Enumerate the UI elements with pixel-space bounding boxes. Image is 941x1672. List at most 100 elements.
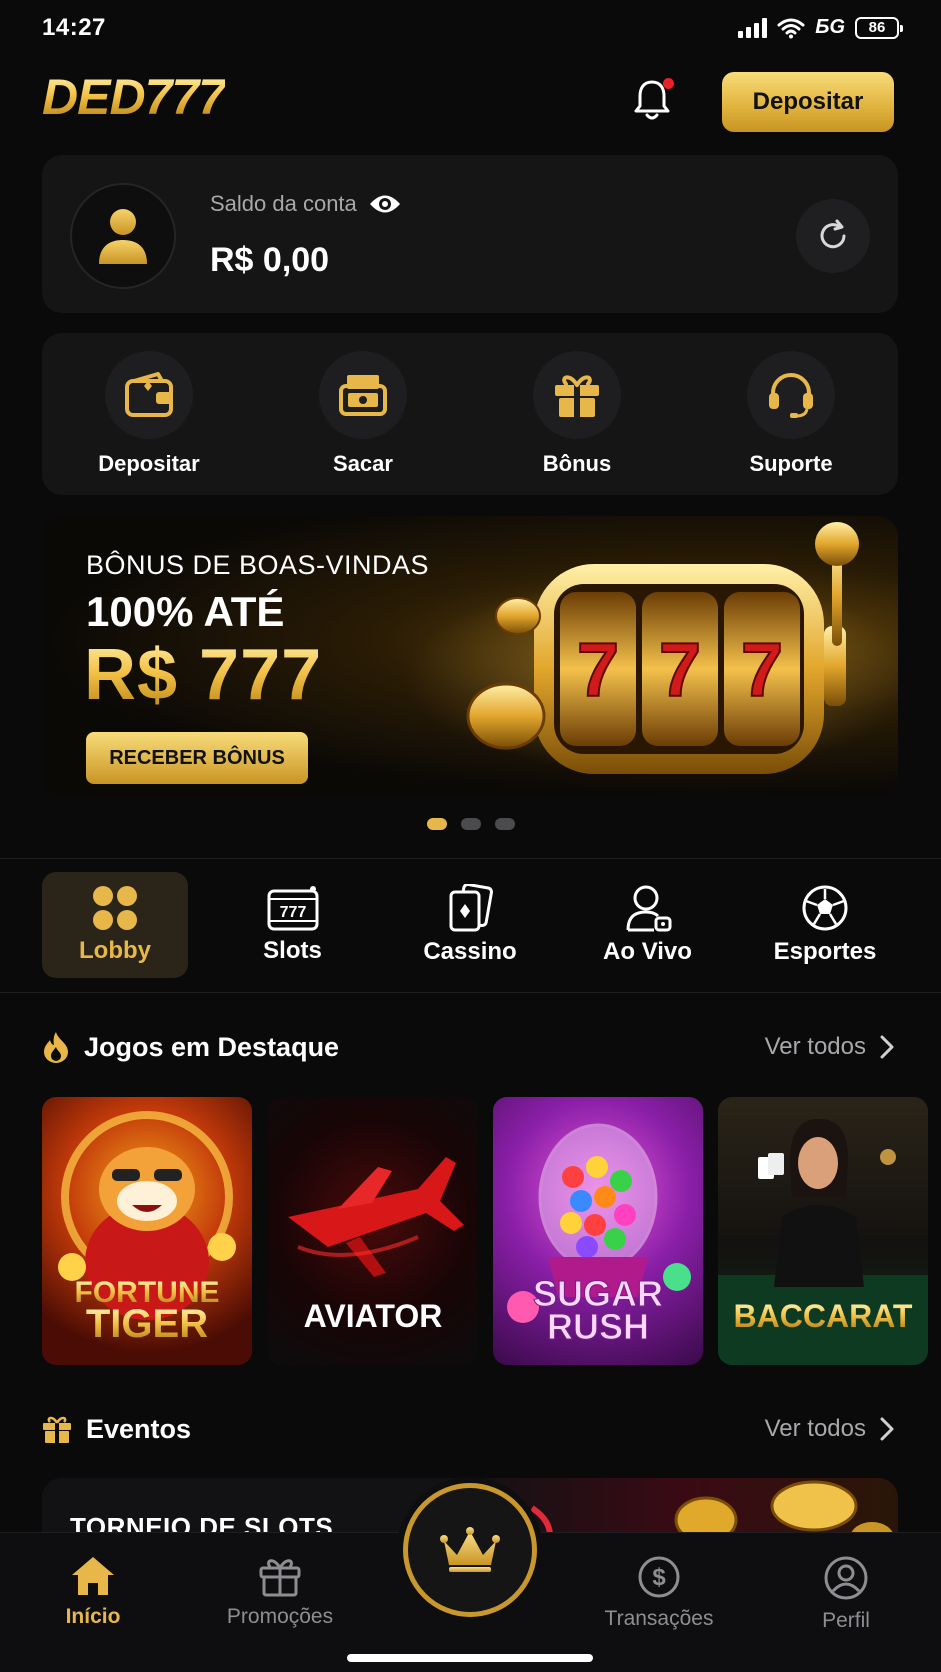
network-type: БG — [815, 16, 845, 38]
banner-subtitle: BÔNUS DE BOAS-VINDAS — [86, 550, 430, 580]
signal-icon — [738, 17, 768, 38]
grid-icon — [93, 886, 137, 930]
headset-icon — [769, 373, 813, 418]
game-title: AVIATOR — [268, 1297, 478, 1334]
carousel-dot[interactable] — [494, 818, 515, 830]
tab-label: Cassino — [423, 938, 517, 965]
quick-actions: Depositar Sacar Bônus Suporte — [42, 333, 898, 495]
profile-icon — [824, 1556, 868, 1600]
events-title: Eventos — [86, 1413, 192, 1444]
svg-text:7: 7 — [741, 628, 783, 713]
tab-label: Esportes — [773, 938, 877, 965]
center-crown-button[interactable] — [403, 1483, 537, 1617]
featured-header: Jogos em Destaque Ver todos — [42, 1027, 898, 1067]
events-see-all[interactable]: Ver todos — [765, 1415, 894, 1443]
nav-promotions[interactable]: Promoções — [205, 1555, 355, 1629]
divider — [0, 992, 941, 993]
banner-amount: R$ 777 — [84, 635, 323, 715]
featured-title: Jogos em Destaque — [84, 1031, 340, 1062]
chevron-right-icon — [880, 1417, 894, 1441]
live-dealer-icon — [626, 885, 671, 932]
game-title-line1: BACCARAT — [718, 1299, 928, 1331]
slot-machine-illustration: 7 7 7 — [466, 522, 859, 774]
action-support[interactable]: Suporte — [684, 333, 898, 495]
refresh-button[interactable] — [796, 199, 870, 273]
chevron-right-icon — [880, 1035, 894, 1059]
game-title-line1: SUGAR — [532, 1272, 663, 1314]
wifi-icon — [777, 18, 805, 38]
banner-line1: 100% ATÉ — [86, 588, 285, 635]
app-header: DED777 Depositar — [42, 64, 894, 134]
svg-text:7: 7 — [659, 628, 701, 713]
promo-banner[interactable]: 7 7 7 BÔNUS DE BOAS-VINDAS 100% ATÉ R$ 7… — [42, 516, 898, 796]
tab-lobby[interactable]: Lobby — [42, 872, 188, 978]
avatar[interactable] — [70, 183, 176, 289]
nav-label: Transações — [604, 1607, 714, 1630]
notification-bell-icon[interactable] — [632, 78, 676, 122]
divider — [0, 858, 941, 859]
cash-withdraw-icon — [339, 375, 387, 416]
crown-icon — [440, 1527, 500, 1572]
nav-home[interactable]: Início — [18, 1555, 168, 1629]
carousel-dot[interactable] — [460, 818, 481, 830]
carousel-dots — [0, 818, 941, 830]
game-card-baccarat[interactable]: BACCARAT — [718, 1097, 928, 1365]
card-icon — [449, 884, 493, 932]
featured-see-all[interactable]: Ver todos — [765, 1033, 894, 1061]
game-card-sugar-rush[interactable]: SUGAR RUSH — [493, 1097, 703, 1365]
game-title: SUGAR RUSH — [493, 1272, 703, 1347]
status-bar: 14:27 БG 86 — [0, 0, 941, 56]
nav-label: Início — [65, 1605, 121, 1628]
balance-value: R$ 0,00 — [210, 241, 330, 279]
wallet-icon — [125, 372, 173, 417]
bottom-navigation: Início Promoções $ Transações Perfil — [0, 1483, 941, 1672]
tab-label: Slots — [263, 937, 322, 964]
gift-icon — [259, 1559, 301, 1597]
see-all-label: Ver todos — [764, 1033, 866, 1060]
game-title: FORTUNE TIGER — [42, 1277, 252, 1344]
slot-777-icon: 777 — [267, 886, 318, 931]
tab-sports[interactable]: Esportes — [752, 872, 898, 978]
user-icon — [99, 209, 147, 264]
tab-slots[interactable]: 777 Slots — [220, 872, 366, 978]
logo[interactable]: DED777 — [42, 72, 226, 122]
refresh-icon — [820, 219, 846, 249]
action-deposit[interactable]: Depositar — [42, 333, 256, 495]
status-icons: БG 86 — [738, 16, 903, 39]
balance-label: Saldo da conta — [210, 191, 357, 216]
dollar-coin-icon: $ — [638, 1556, 680, 1598]
home-icon — [72, 1557, 114, 1595]
carousel-dot[interactable] — [426, 818, 447, 830]
tab-label: Ao Vivo — [603, 938, 692, 965]
featured-games-carousel: FORTUNE TIGER AVIATOR SUGAR RUSH BACCARA… — [42, 1097, 941, 1365]
nav-profile[interactable]: Perfil — [771, 1555, 921, 1633]
category-tabs: Lobby 777 Slots Cassino Ao Vivo Esportes — [42, 872, 898, 978]
eye-icon[interactable] — [369, 193, 401, 215]
nav-label: Promoções — [226, 1605, 334, 1628]
battery-icon: 86 — [855, 16, 903, 39]
svg-text:7: 7 — [577, 628, 619, 713]
tab-label: Lobby — [79, 937, 151, 964]
action-withdraw[interactable]: Sacar — [256, 333, 470, 495]
battery-level: 86 — [868, 19, 886, 36]
balance-card: Saldo da conta R$ 0,00 — [42, 155, 898, 313]
game-title-line2: TIGER — [42, 1304, 252, 1344]
game-card-fortune-tiger[interactable]: FORTUNE TIGER — [42, 1097, 252, 1365]
game-title-line1: AVIATOR — [303, 1297, 443, 1334]
gift-icon — [555, 375, 599, 417]
nav-transactions[interactable]: $ Transações — [584, 1555, 734, 1631]
home-indicator — [347, 1654, 593, 1662]
game-card-aviator[interactable]: AVIATOR — [268, 1097, 478, 1365]
tab-casino[interactable]: Cassino — [397, 872, 543, 978]
header-deposit-button[interactable]: Depositar — [722, 72, 894, 132]
receive-bonus-button[interactable]: RECEBER BÔNUS — [86, 732, 308, 784]
fire-icon — [44, 1032, 68, 1063]
tab-live[interactable]: Ao Vivo — [575, 872, 721, 978]
action-bonus[interactable]: Bônus — [470, 333, 684, 495]
soccer-ball-icon — [802, 885, 848, 931]
game-title-line2: RUSH — [546, 1305, 649, 1347]
gift-icon — [43, 1416, 71, 1443]
action-label: Suporte — [749, 451, 833, 476]
notification-dot — [663, 78, 674, 89]
action-label: Depositar — [98, 451, 200, 476]
